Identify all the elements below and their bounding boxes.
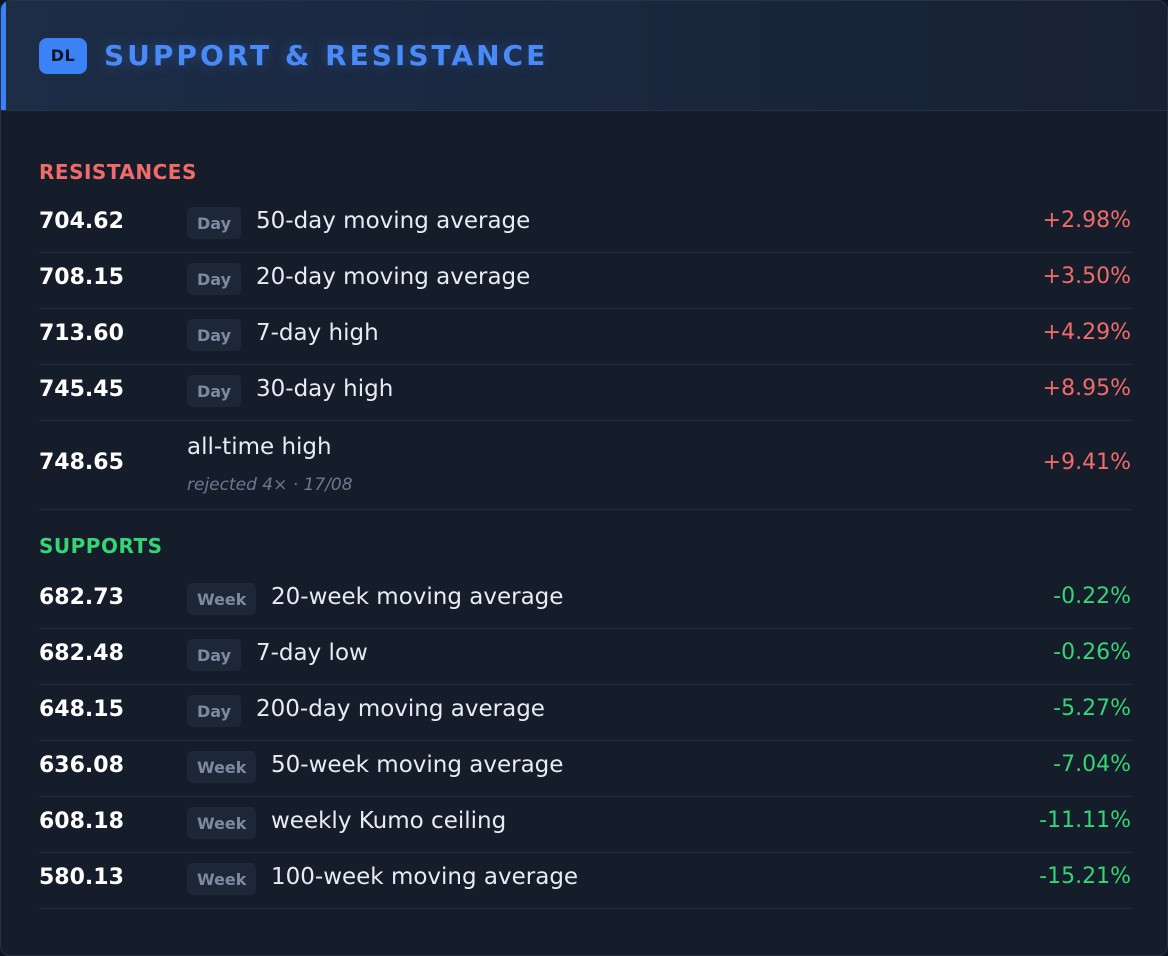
level-price: 648.15 bbox=[39, 697, 124, 722]
level-price: 682.48 bbox=[39, 641, 124, 666]
level-price: 713.60 bbox=[39, 321, 124, 346]
level-row: 636.08 Week 50-week moving average -7.04% bbox=[39, 741, 1131, 797]
level-label: 20-day moving average bbox=[256, 264, 531, 290]
level-label: weekly Kumo ceiling bbox=[271, 808, 507, 834]
supports-heading: SUPPORTS bbox=[39, 534, 163, 558]
timeframe-tag: Day bbox=[187, 319, 242, 351]
level-price: 745.45 bbox=[39, 377, 124, 402]
card-title: SUPPORT & RESISTANCE bbox=[104, 39, 549, 72]
level-row: 580.13 Week 100-week moving average -15.21% bbox=[39, 853, 1131, 909]
level-row: 708.15 Day 20-day moving average +3.50% bbox=[39, 253, 1131, 309]
level-label: 7-day low bbox=[256, 640, 368, 666]
level-price: 748.65 bbox=[39, 450, 124, 475]
level-row: 682.48 Day 7-day low -0.26% bbox=[39, 629, 1131, 685]
level-label: 20-week moving average bbox=[271, 584, 564, 610]
level-row: 713.60 Day 7-day high +4.29% bbox=[39, 309, 1131, 365]
timeframe-tag: Day bbox=[187, 639, 242, 671]
timeframe-tag: Day bbox=[187, 263, 242, 295]
level-label: 50-day moving average bbox=[256, 208, 531, 234]
level-change: -0.22% bbox=[1053, 584, 1131, 609]
level-row: 648.15 Day 200-day moving average -5.27% bbox=[39, 685, 1131, 741]
level-change: +9.41% bbox=[1042, 450, 1131, 475]
level-row: 748.65 all-time high rejected 4× · 17/08 +9… bbox=[39, 421, 1131, 510]
level-change: +2.98% bbox=[1042, 208, 1131, 233]
level-label: 200-day moving average bbox=[256, 696, 545, 722]
support-resistance-card: DL SUPPORT & RESISTANCE RESISTANCES 704.… bbox=[0, 0, 1168, 956]
supports-list: 682.73 Week 20-week moving average -0.22% 68… bbox=[39, 573, 1131, 909]
level-change: +8.95% bbox=[1042, 376, 1131, 401]
level-row: 682.73 Week 20-week moving average -0.22% bbox=[39, 573, 1131, 629]
level-price: 608.18 bbox=[39, 809, 124, 834]
timeframe-tag: Day bbox=[187, 375, 242, 407]
level-price: 682.73 bbox=[39, 585, 124, 610]
level-label: 50-week moving average bbox=[271, 752, 564, 778]
level-price: 580.13 bbox=[39, 865, 124, 890]
resistances-heading: RESISTANCES bbox=[39, 160, 197, 184]
level-change: -15.21% bbox=[1039, 864, 1131, 889]
level-row: 608.18 Week weekly Kumo ceiling -11.11% bbox=[39, 797, 1131, 853]
level-change: +3.50% bbox=[1042, 264, 1131, 289]
timeframe-tag: Day bbox=[187, 695, 242, 727]
level-label: all-time high bbox=[187, 434, 332, 460]
level-label: 7-day high bbox=[256, 320, 379, 346]
level-label: 30-day high bbox=[256, 376, 394, 402]
level-label: 100-week moving average bbox=[271, 864, 579, 890]
timeframe-tag: Week bbox=[187, 863, 257, 895]
dl-badge: DL bbox=[39, 37, 87, 74]
level-change: -11.11% bbox=[1039, 808, 1131, 833]
level-row: 745.45 Day 30-day high +8.95% bbox=[39, 365, 1131, 421]
level-change: +4.29% bbox=[1042, 320, 1131, 345]
timeframe-tag: Week bbox=[187, 751, 257, 783]
timeframe-tag: Week bbox=[187, 807, 257, 839]
card-header: DL SUPPORT & RESISTANCE bbox=[1, 1, 1167, 111]
level-note: rejected 4× · 17/08 bbox=[187, 475, 353, 495]
timeframe-tag: Day bbox=[187, 207, 242, 239]
level-price: 708.15 bbox=[39, 265, 124, 290]
level-change: -5.27% bbox=[1053, 696, 1131, 721]
resistances-list: 704.62 Day 50-day moving average +2.98% 708.… bbox=[39, 197, 1131, 510]
level-row: 704.62 Day 50-day moving average +2.98% bbox=[39, 197, 1131, 253]
level-change: -7.04% bbox=[1053, 752, 1131, 777]
level-price: 636.08 bbox=[39, 753, 124, 778]
level-price: 704.62 bbox=[39, 209, 124, 234]
level-change: -0.26% bbox=[1053, 640, 1131, 665]
timeframe-tag: Week bbox=[187, 583, 257, 615]
